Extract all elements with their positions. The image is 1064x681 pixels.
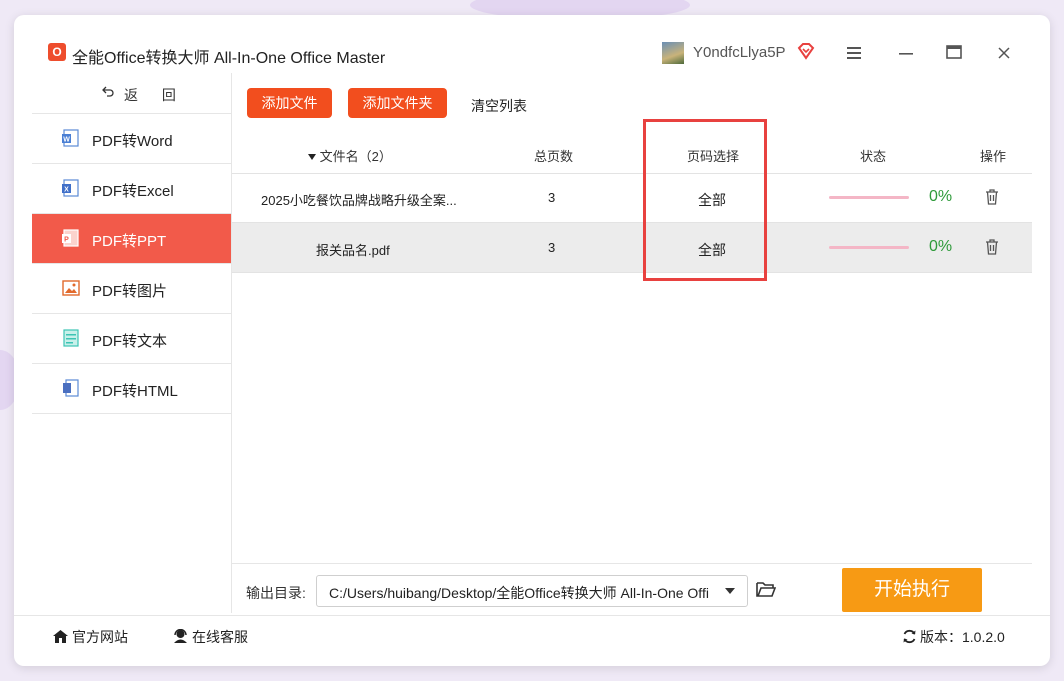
online-service-link[interactable]: 在线客服	[172, 627, 248, 647]
app-window: O 全能Office转换大师 All-In-One Office Master …	[14, 15, 1050, 666]
output-dir-select[interactable]: C:/Users/huibang/Desktop/全能Office转换大师 Al…	[316, 575, 748, 607]
excel-doc-icon: X	[62, 179, 79, 197]
progress-bar	[829, 246, 909, 249]
sidebar-item-pdf-to-image[interactable]: PDF转图片	[32, 264, 231, 314]
app-logo-icon: O	[48, 43, 66, 61]
start-button[interactable]: 开始执行	[842, 568, 982, 612]
page-count: 3	[548, 190, 556, 205]
sort-down-icon	[308, 154, 316, 160]
pages-column-header: 总页数	[534, 149, 574, 164]
app-title: 全能Office转换大师 All-In-One Office Master	[72, 50, 386, 67]
svg-text:W: W	[63, 137, 70, 144]
page-select-highlight-box	[643, 119, 767, 281]
footer-bar: 官方网站 在线客服 版本：1.0.2.0	[14, 615, 1050, 656]
table-header: 文件名（2） 总页数 页码选择 状态 操作	[232, 133, 1032, 174]
sidebar-item-pdf-to-word[interactable]: W PDF转Word	[32, 114, 231, 164]
output-dir-value: C:/Users/huibang/Desktop/全能Office转换大师 Al…	[329, 585, 709, 601]
sidebar: 返 回 W PDF转Word X PDF转Excel P PDF转PPT PDF…	[32, 73, 232, 613]
sort-filename-header[interactable]: 文件名（2）	[308, 146, 392, 165]
menu-icon[interactable]	[842, 43, 866, 63]
status-column-header: 状态	[860, 149, 887, 164]
version-label: 版本：1.0.2.0	[920, 629, 1005, 645]
image-icon	[62, 280, 80, 296]
headset-icon	[174, 629, 187, 643]
user-avatar[interactable]	[662, 42, 684, 64]
action-column-header: 操作	[980, 149, 1007, 164]
vip-diamond-icon[interactable]	[796, 41, 816, 61]
page-count: 3	[548, 240, 556, 255]
sidebar-item-pdf-to-html[interactable]: PDF转HTML	[32, 364, 231, 414]
html-doc-icon	[63, 379, 79, 397]
chevron-down-icon	[725, 588, 735, 594]
sidebar-item-pdf-to-excel[interactable]: X PDF转Excel	[32, 164, 231, 214]
svg-text:P: P	[64, 237, 69, 244]
delete-icon[interactable]	[984, 239, 1000, 255]
clear-list-button[interactable]: 清空列表	[471, 96, 527, 116]
official-site-link[interactable]: 官方网站	[52, 627, 128, 647]
delete-icon[interactable]	[984, 189, 1000, 205]
open-folder-icon[interactable]	[756, 580, 776, 598]
close-icon[interactable]	[992, 43, 1016, 63]
progress-bar	[829, 196, 909, 199]
title-bar: O 全能Office转换大师 All-In-One Office Master …	[14, 15, 1050, 73]
add-file-button[interactable]: 添加文件	[247, 88, 332, 118]
file-name: 2025小吃餐饮品牌战略升级全案...	[261, 193, 457, 208]
online-service-label: 在线客服	[192, 629, 248, 645]
home-icon	[53, 630, 68, 643]
official-site-label: 官方网站	[72, 629, 128, 645]
table-row: 报关品名.pdf 3 全部 0%	[232, 223, 1032, 273]
refresh-icon[interactable]	[902, 629, 917, 644]
add-folder-button[interactable]: 添加文件夹	[348, 88, 447, 118]
version-info: 版本：1.0.2.0	[902, 627, 1005, 647]
minimize-icon[interactable]	[894, 43, 918, 63]
sidebar-item-pdf-to-ppt[interactable]: P PDF转PPT	[32, 214, 231, 264]
table-row: 2025小吃餐饮品牌战略升级全案... 3 全部 0%	[232, 173, 1032, 223]
output-dir-label: 输出目录:	[246, 585, 306, 601]
word-doc-icon: W	[62, 129, 79, 147]
username[interactable]: Y0ndfcLlya5P	[693, 44, 786, 61]
sidebar-item-pdf-to-text[interactable]: PDF转文本	[32, 314, 231, 364]
text-doc-icon	[63, 329, 79, 347]
back-button[interactable]: 返 回	[32, 73, 231, 114]
progress-percent: 0%	[929, 238, 953, 255]
maximize-icon[interactable]	[942, 43, 966, 63]
svg-text:X: X	[64, 187, 69, 194]
progress-percent: 0%	[929, 188, 953, 205]
back-label: 返 回	[124, 87, 186, 103]
file-name: 报关品名.pdf	[316, 243, 390, 258]
filename-column-header: 文件名（2）	[319, 149, 392, 164]
back-arrow-icon	[101, 84, 115, 102]
ppt-doc-icon: P	[62, 229, 79, 247]
